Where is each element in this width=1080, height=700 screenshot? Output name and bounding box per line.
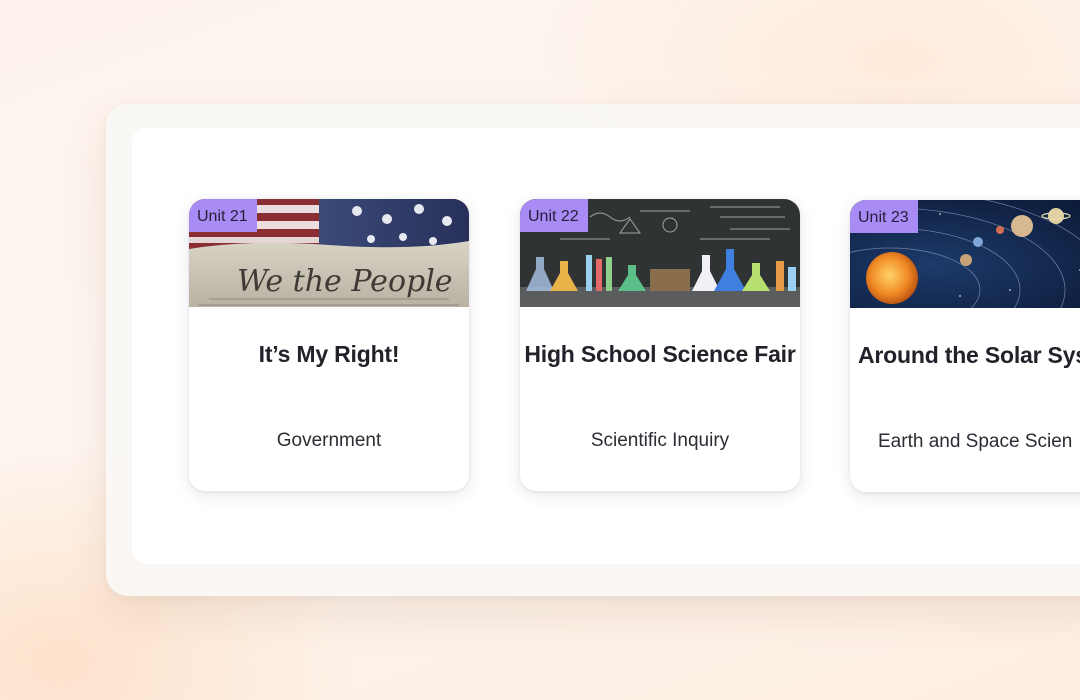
- unit-badge: Unit 22: [520, 199, 588, 232]
- unit-badge: Unit 23: [850, 200, 918, 233]
- unit-subject: Earth and Space Scien: [878, 431, 1073, 452]
- unit-subject: Government: [276, 430, 382, 451]
- unit-subject: Scientific Inquiry: [590, 430, 730, 451]
- unit-title: High School Science Fair: [524, 341, 796, 367]
- unit-badge: Unit 21: [189, 199, 257, 232]
- unit-title: It’s My Right!: [258, 341, 400, 367]
- unit-card-23[interactable]: Unit 23 Around the Solar Sys Earth and S…: [850, 200, 1080, 492]
- svg-text:We the People: We the People: [237, 264, 453, 299]
- unit-card-22[interactable]: Unit 22 High School Science Fair Scienti…: [520, 199, 800, 491]
- unit-title: Around the Solar Sys: [858, 342, 1080, 368]
- unit-card-21[interactable]: We the People Unit 21 It’s My Right! Gov…: [189, 199, 469, 491]
